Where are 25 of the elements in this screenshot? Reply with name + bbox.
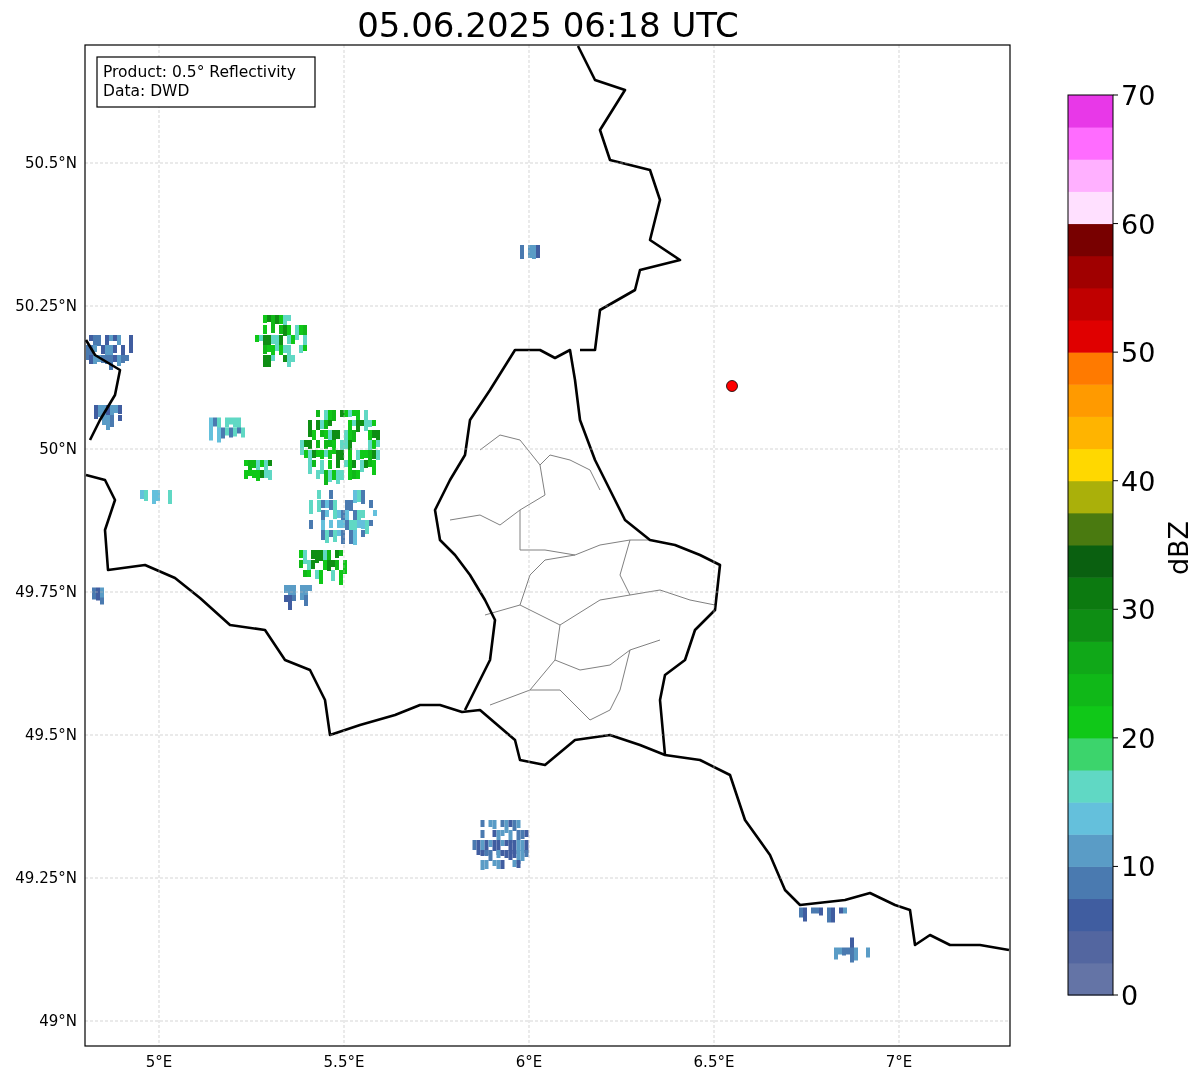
latitude-label: 49.75°N: [15, 583, 77, 601]
latitude-label: 49.5°N: [24, 726, 77, 744]
latitude-label: 49.25°N: [15, 869, 77, 887]
chart-title: 05.06.2025 06:18 UTC: [357, 5, 739, 45]
longitude-label: 5°E: [145, 1053, 173, 1071]
longitude-label: 7°E: [885, 1053, 913, 1071]
location-marker: [726, 380, 738, 392]
latitude-label: 49°N: [39, 1012, 77, 1030]
colorbar-tick-label: 10: [1121, 851, 1156, 883]
colorbar-label: dBZ: [1163, 520, 1194, 576]
colorbar-tick-label: 30: [1121, 594, 1156, 626]
latitude-label: 50°N: [39, 440, 77, 458]
legend-text: Product: 0.5° Reflectivity: [103, 63, 296, 81]
colorbar-tick-label: 50: [1121, 337, 1156, 369]
legend-text: Data: DWD: [103, 82, 190, 100]
latitude-label: 50.25°N: [15, 297, 77, 315]
colorbar-tick-label: 70: [1121, 80, 1156, 111]
colorbar-tick-label: 40: [1121, 465, 1156, 497]
colorbar-tick-label: 0: [1121, 980, 1139, 1011]
longitude-label: 6.5°E: [693, 1053, 735, 1071]
longitude-label: 6°E: [515, 1053, 543, 1071]
colorbar-tick-label: 20: [1121, 722, 1156, 754]
colorbar-tick-label: 60: [1121, 208, 1156, 240]
latitude-label: 50.5°N: [24, 154, 77, 172]
longitude-label: 5.5°E: [323, 1053, 365, 1071]
